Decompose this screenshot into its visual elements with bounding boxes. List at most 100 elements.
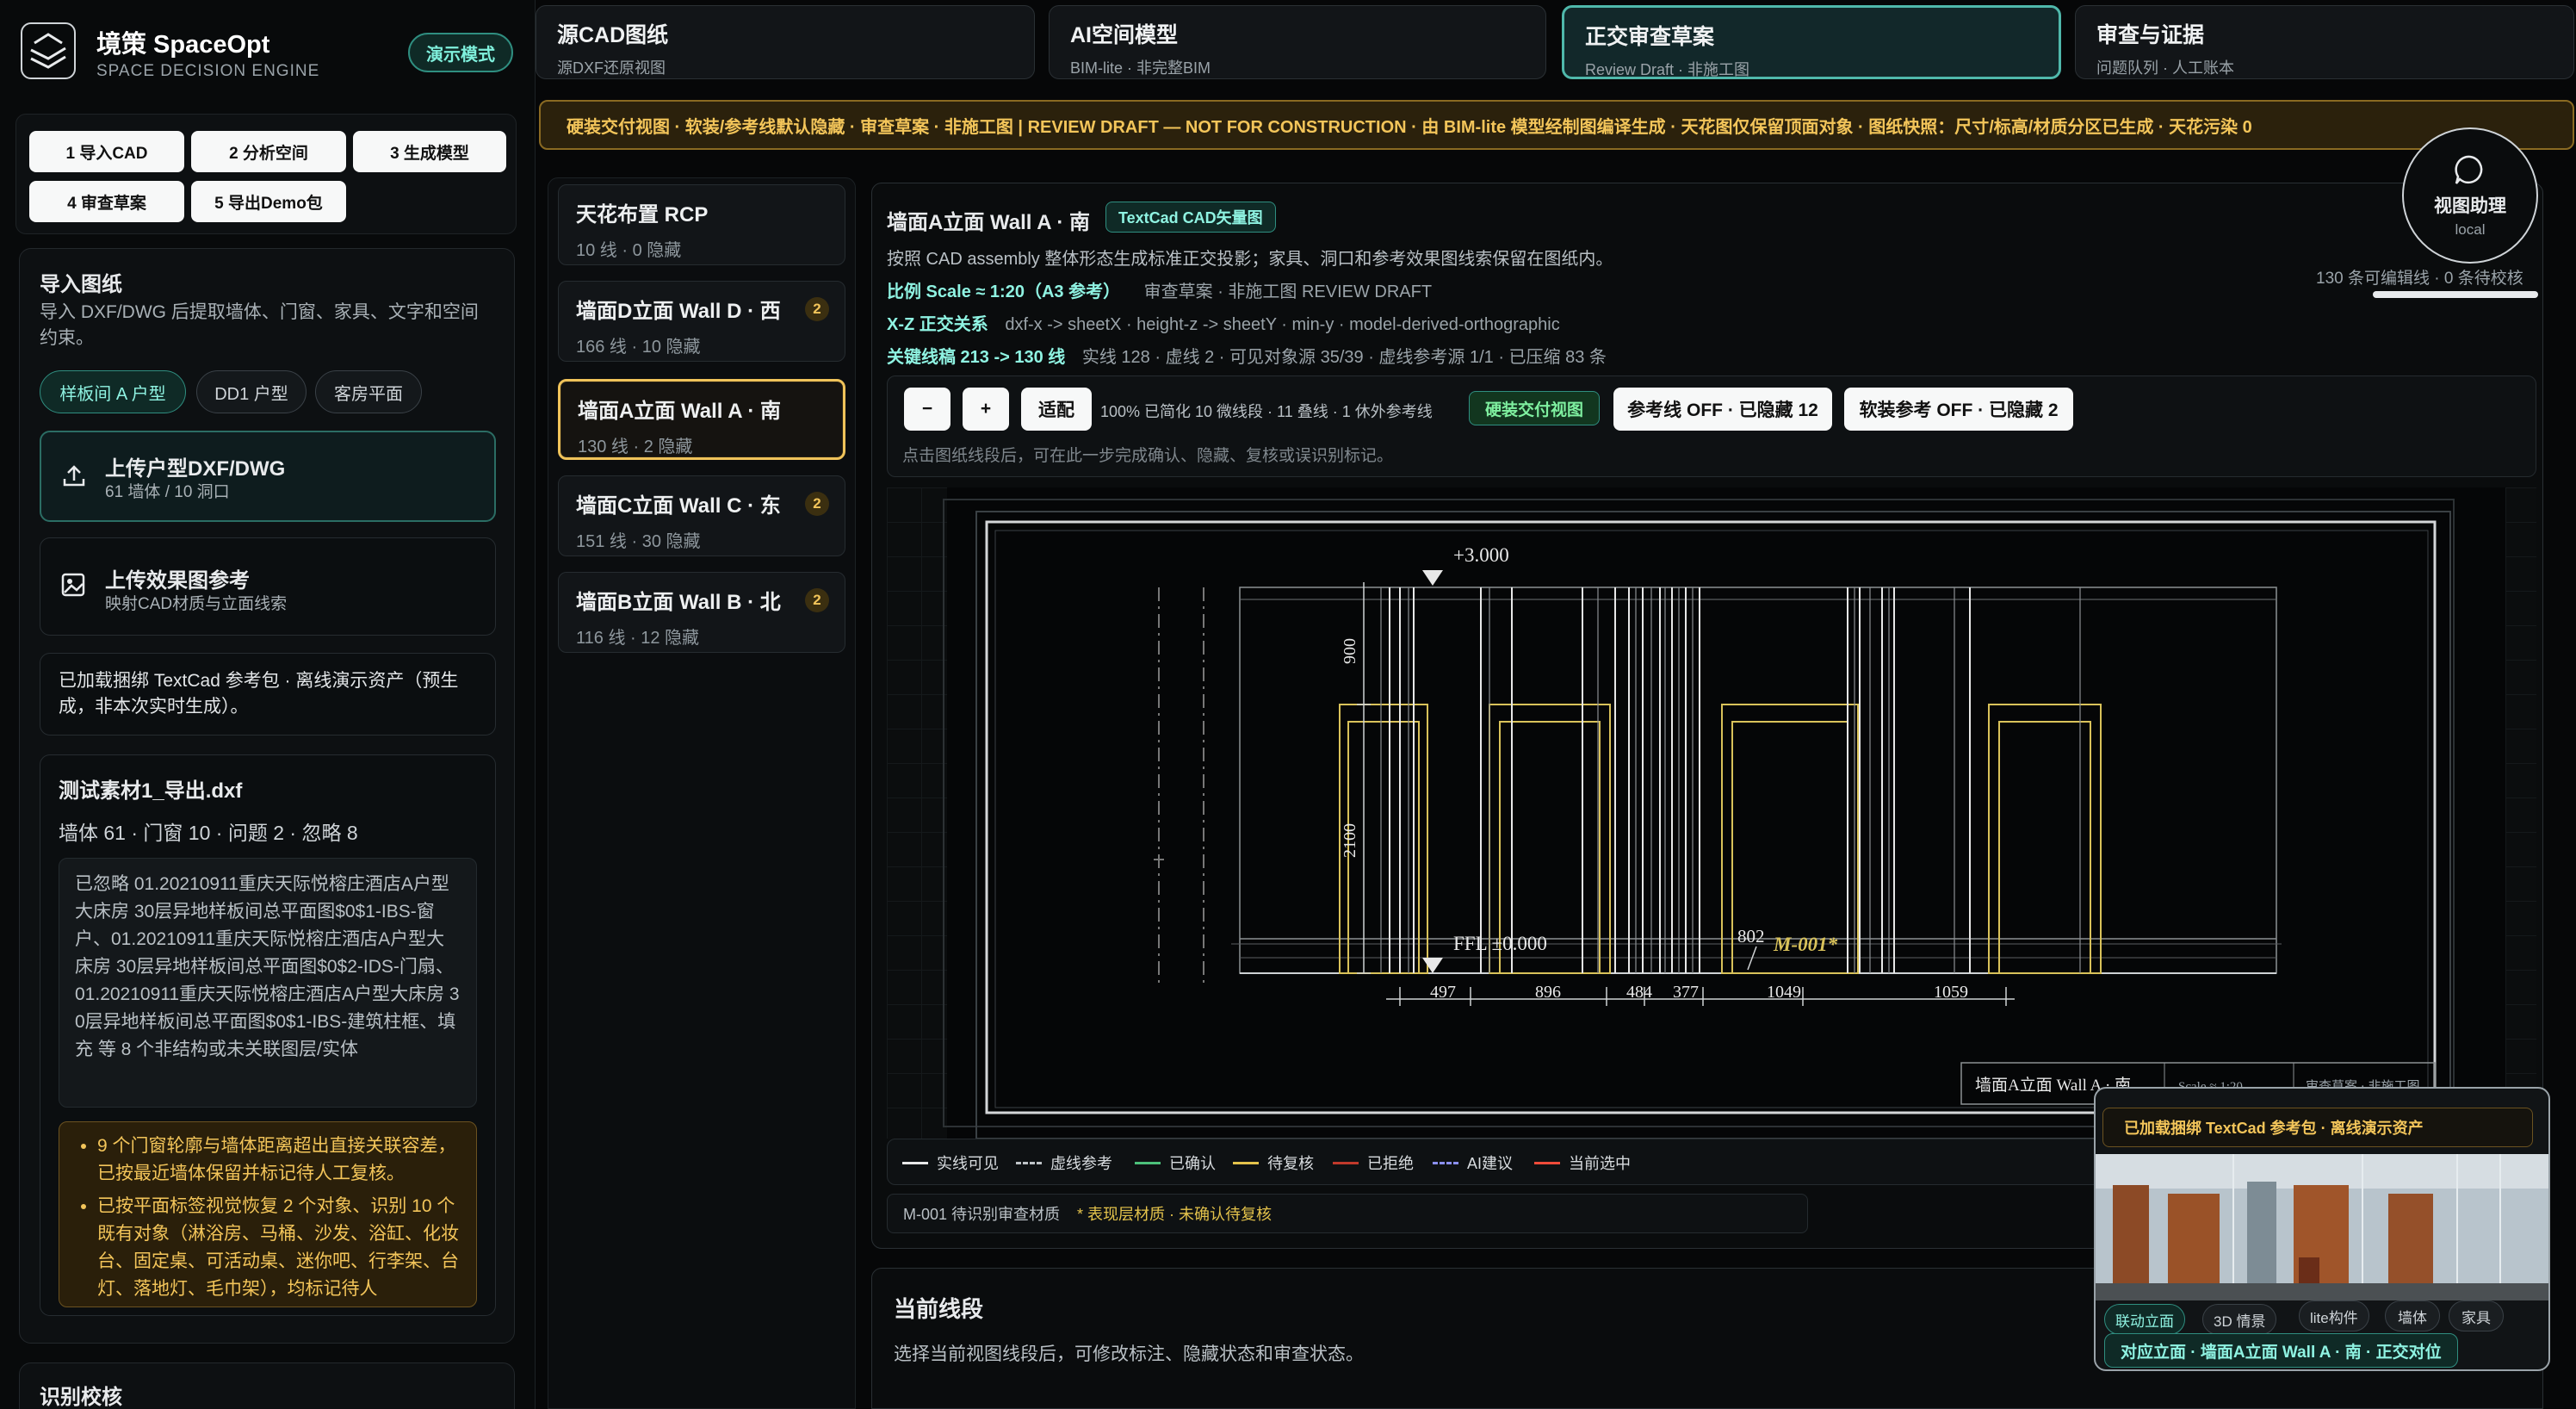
preview-card[interactable]: 已加载捆绑 TextCad 参考包 · 离线演示资产 联动立面 3D 情景 li… [2094, 1087, 2550, 1371]
cad-canvas[interactable]: 900 2100 +3.000 FFL ±0.000 802 M-001* 49… [887, 487, 2536, 1139]
legend-label: 当前选中 [1569, 1155, 1631, 1172]
zoom-info: 100% 已简化 10 微线段 · 11 叠线 · 1 休外参考线 [1100, 403, 1433, 420]
step-analyze-button[interactable]: 2 分析空间 [191, 131, 346, 172]
step-generate-button[interactable]: 3 生成模型 [353, 131, 506, 172]
tab-subtitle: BIM-lite · 非完整BIM [1070, 59, 1211, 77]
bottom-dim-label: 497 [1430, 983, 1456, 1002]
fit-button[interactable]: 适配 [1021, 388, 1092, 431]
view-item-title: 天花布置 RCP [576, 203, 709, 227]
view-item-subtitle: 166 线 · 10 隐藏 [576, 338, 701, 357]
preview-chip-walls[interactable]: 墙体 [2385, 1300, 2440, 1331]
preview-banner: 已加载捆绑 TextCad 参考包 · 离线演示资产 [2102, 1108, 2533, 1147]
material-warning: * 表现层材质 · 未确认待复核 [1077, 1206, 1273, 1223]
preview-chip-3d-scene[interactable]: 3D 情景 [2202, 1304, 2277, 1335]
view-item-subtitle: 10 线 · 0 隐藏 [576, 241, 682, 260]
demo-mode-badge[interactable]: 演示模式 [408, 33, 513, 72]
warning-item: 9 个门窗轮廓与墙体距离超出直接关联容差，已按最近墙体保留并标记待人工复核。 [97, 1133, 461, 1188]
file-stats: 墙体 61 · 门窗 10 · 问题 2 · 忽略 8 [59, 822, 358, 844]
view-item-wall-a[interactable]: 墙面A立面 Wall A · 南 130 线 · 2 隐藏 [558, 379, 845, 460]
hard-view-toggle[interactable]: 硬装交付视图 [1469, 391, 1600, 425]
step-import-cad-button[interactable]: 1 导入CAD [29, 131, 184, 172]
tab-title: 审查与证据 [2096, 23, 2205, 47]
import-heading: 导入图纸 [40, 273, 122, 296]
drawing-description: 按照 CAD assembly 整体形态生成标准正交投影；家具、洞口和参考效果图… [887, 250, 1613, 269]
zoom-in-button[interactable]: + [963, 388, 1009, 431]
dim-900-label: 900 [1341, 638, 1359, 664]
bundle-note-text: 已加载捆绑 TextCad 参考包 · 离线演示资产（预生成，非本次实时生成）。 [59, 671, 459, 717]
tag-802: 802 [1737, 926, 1765, 947]
legend-swatch [1016, 1161, 1042, 1164]
legend-swatch [1534, 1161, 1560, 1164]
textcad-tag: TextCad CAD矢量图 [1105, 202, 1276, 233]
issue-count-badge: 2 [805, 492, 829, 516]
app-logo [21, 22, 76, 79]
preset-guest-room[interactable]: 客房平面 [315, 370, 422, 413]
review-banner: 硬装交付视图 · 软装/参考线默认隐藏 · 审查草案 · 非施工图 | REVI… [539, 100, 2574, 150]
xz-label: X-Z 正交关系 [887, 315, 988, 334]
legend-item: 实线可见 [902, 1151, 999, 1174]
tab-title: 源CAD图纸 [557, 23, 669, 47]
legend-label: 待复核 [1267, 1155, 1314, 1172]
view-item-title: 墙面D立面 Wall D · 西 [576, 300, 781, 323]
tab-title: 正交审查草案 [1585, 25, 1715, 49]
preset-sample-a[interactable]: 样板间 A 户型 [40, 370, 186, 413]
tab-subtitle: 问题队列 · 人工账本 [2096, 59, 2234, 77]
upload-cad-subtitle: 61 墙体 / 10 洞口 [105, 483, 230, 501]
legend-item: 已拒绝 [1333, 1151, 1414, 1174]
issue-count-badge: 2 [805, 297, 829, 321]
chat-icon [2455, 155, 2483, 184]
legend-label: 实线可见 [937, 1155, 999, 1172]
preview-chip-lite-components[interactable]: lite构件 [2299, 1300, 2369, 1331]
soft-reference-toggle[interactable]: 软装参考 OFF · 已隐藏 2 [1844, 388, 2073, 431]
view-item-wall-b[interactable]: 墙面B立面 Wall B · 北 116 线 · 12 隐藏 2 [558, 572, 845, 653]
tab-title: AI空间模型 [1070, 23, 1179, 47]
legend-item: AI建议 [1433, 1151, 1513, 1174]
reference-lines-toggle[interactable]: 参考线 OFF · 已隐藏 12 [1613, 388, 1832, 431]
view-item-subtitle: 130 线 · 2 隐藏 [578, 438, 693, 456]
preview-chip-linked-elevation[interactable]: 联动立面 [2104, 1304, 2185, 1335]
tab-review-evidence[interactable]: 审查与证据 问题队列 · 人工账本 [2075, 5, 2574, 79]
tab-source-cad[interactable]: 源CAD图纸 源DXF还原视图 [536, 5, 1035, 79]
material-tag-m001[interactable]: M-001* [1773, 934, 1838, 955]
view-item-rcp[interactable]: 天花布置 RCP 10 线 · 0 隐藏 [558, 184, 845, 265]
legend-swatch [902, 1161, 928, 1164]
view-item-wall-c[interactable]: 墙面C立面 Wall C · 东 151 线 · 30 隐藏 2 [558, 475, 845, 556]
step-export-button[interactable]: 5 导出Demo包 [191, 181, 346, 222]
bottom-dim-label: 484 [1626, 983, 1652, 1002]
view-item-subtitle: 116 线 · 12 隐藏 [576, 629, 700, 648]
preview-render [2096, 1154, 2548, 1300]
step-review-button[interactable]: 4 审查草案 [29, 181, 184, 222]
view-item-wall-d[interactable]: 墙面D立面 Wall D · 西 166 线 · 10 隐藏 2 [558, 281, 845, 362]
legend-item: 待复核 [1233, 1151, 1314, 1174]
top-level-label: +3.000 [1453, 544, 1509, 566]
import-description: 导入 DXF/DWG 后提取墙体、门窗、家具、文字和空间约束。 [40, 302, 479, 348]
zoom-out-button[interactable]: − [904, 388, 951, 431]
key-label: 关键线稿 213 -> 130 线 [887, 348, 1066, 367]
preset-dd1[interactable]: DD1 户型 [196, 370, 307, 413]
upload-cad-title: 上传户型DXF/DWG [105, 457, 286, 481]
view-item-title: 墙面C立面 Wall C · 东 [576, 494, 781, 518]
current-segment-desc: 选择当前视图线段后，可修改标注、隐藏状态和审查状态。 [894, 1344, 1364, 1364]
legend-item: 当前选中 [1534, 1151, 1631, 1174]
legend-label: 已拒绝 [1367, 1155, 1414, 1172]
app-subtitle: SPACE DECISION ENGINE [96, 62, 320, 80]
scale-note: 审查草案 · 非施工图 REVIEW DRAFT [1143, 282, 1433, 301]
preview-chip-furniture[interactable]: 家具 [2449, 1300, 2504, 1331]
legend-swatch [1135, 1161, 1161, 1164]
tab-ai-space-model[interactable]: AI空间模型 BIM-lite · 非完整BIM [1049, 5, 1546, 79]
material-note: M-001 待识别审查材质 [903, 1206, 1061, 1223]
legend-swatch [1233, 1161, 1259, 1164]
tab-ortho-review[interactable]: 正交审查草案 Review Draft · 非施工图 [1562, 5, 2061, 79]
tab-subtitle: Review Draft · 非施工图 [1585, 61, 1750, 78]
preview-footer[interactable]: 对应立面 · 墙面A立面 Wall A · 南 · 正交对位 [2104, 1333, 2458, 1368]
ffl-label: FFL ±0.000 [1453, 933, 1547, 954]
xz-row: X-Z 正交关系 dxf-x -> sheetX · height-z -> s… [887, 310, 1560, 335]
view-assistant-button[interactable]: 视图助理 local [2402, 127, 2538, 264]
legend-item: 已确认 [1135, 1151, 1216, 1174]
key-text: 实线 128 · 虚线 2 · 可见对象源 35/39 · 虚线参考源 1/1 … [1081, 348, 1607, 367]
legend-label: 虚线参考 [1050, 1155, 1112, 1172]
bottom-dim-label: 377 [1673, 983, 1699, 1002]
material-note-bar: M-001 待识别审查材质 * 表现层材质 · 未确认待复核 [887, 1194, 1808, 1233]
issue-count-badge: 2 [805, 588, 829, 612]
view-list-panel [548, 177, 856, 1409]
